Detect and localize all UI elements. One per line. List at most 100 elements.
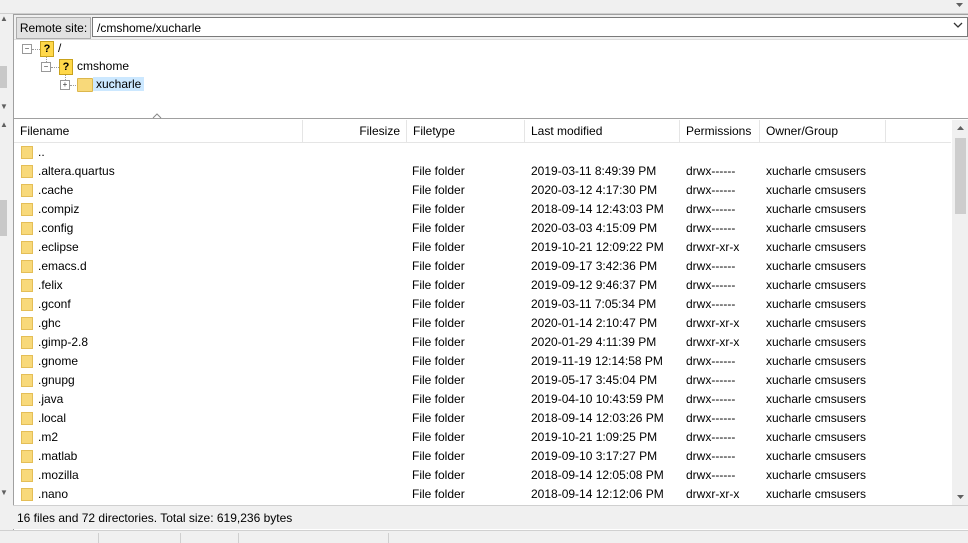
folder-icon	[21, 279, 33, 292]
left-scroll-down-icon-2[interactable]: ▼	[0, 488, 8, 497]
file-name: .eclipse	[38, 240, 79, 254]
table-row[interactable]: ..	[14, 143, 951, 162]
column-header-filesize[interactable]: Filesize	[303, 120, 407, 142]
table-row[interactable]: .cache File folder 2020-03-12 4:17:30 PM dr…	[14, 181, 951, 200]
table-row[interactable]: .local File folder 2018-09-14 12:03:26 PM d…	[14, 409, 951, 428]
file-modified: 2018-09-14 12:43:03 PM	[531, 202, 664, 216]
file-type: File folder	[412, 430, 465, 444]
tree-collapse-toggle[interactable]: −	[41, 62, 51, 72]
left-scroll-up-icon[interactable]: ▲	[0, 14, 8, 23]
folder-icon	[21, 298, 33, 311]
file-modified: 2020-03-12 4:17:30 PM	[531, 183, 658, 197]
file-permissions: drwx------	[686, 183, 736, 197]
tree-item-root[interactable]: /	[58, 41, 61, 55]
file-permissions: drwx------	[686, 430, 736, 444]
file-name: .ghc	[38, 316, 61, 330]
file-permissions: drwx------	[686, 354, 736, 368]
table-row[interactable]: .ghc File folder 2020-01-14 2:10:47 PM drwx…	[14, 314, 951, 333]
file-type: File folder	[412, 411, 465, 425]
column-header-permissions[interactable]: Permissions	[680, 120, 760, 142]
file-name: .matlab	[38, 449, 78, 463]
file-type: File folder	[412, 164, 465, 178]
tree-expand-toggle[interactable]: +	[60, 80, 70, 90]
table-row[interactable]: .gimp-2.8 File folder 2020-01-29 4:11:39 P…	[14, 333, 951, 352]
table-row[interactable]: .gnupg File folder 2019-05-17 3:45:04 PM dr…	[14, 371, 951, 390]
tree-item-cmshome[interactable]: cmshome	[77, 59, 129, 73]
remote-site-panel: Remote site: /cmshome/xucharle − ? / − ?…	[13, 14, 968, 530]
file-type: File folder	[412, 259, 465, 273]
table-row[interactable]: .nano File folder 2018-09-14 12:12:06 PM dr…	[14, 485, 951, 504]
folder-icon	[21, 374, 33, 387]
table-row[interactable]: .matlab File folder 2019-09-10 3:17:27 PM d…	[14, 447, 951, 466]
file-type: File folder	[412, 487, 465, 501]
left-scroll-up-icon-2[interactable]: ▲	[0, 120, 8, 129]
table-row[interactable]: .compiz File folder 2018-09-14 12:43:03 PM…	[14, 200, 951, 219]
left-scroll-thumb-2[interactable]	[0, 200, 7, 236]
file-name: .mozilla	[38, 468, 79, 482]
file-name: .gimp-2.8	[38, 335, 89, 349]
file-permissions: drwxr-xr-x	[686, 240, 740, 254]
folder-icon	[21, 412, 33, 425]
file-name: .gnome	[38, 354, 79, 368]
file-modified: 2019-03-11 8:49:39 PM	[531, 164, 657, 178]
table-row[interactable]: .eclipse File folder 2019-10-21 12:09:22 P…	[14, 238, 951, 257]
file-permissions: drwx------	[686, 449, 736, 463]
folder-icon	[21, 469, 33, 482]
chevron-down-icon[interactable]	[953, 18, 963, 32]
file-permissions: drwx------	[686, 392, 736, 406]
folder-icon	[21, 488, 33, 501]
file-name: .altera.quartus	[38, 164, 115, 178]
left-panel-edge: ▲ ▼ ▲ ▼	[0, 14, 10, 512]
file-owner-group: xucharle cmsusers	[766, 164, 867, 178]
column-header-owner-group[interactable]: Owner/Group	[760, 120, 886, 142]
file-permissions: drwxr-xr-x	[686, 487, 740, 501]
file-owner-group: xucharle cmsusers	[766, 468, 867, 482]
file-owner-group: xucharle cmsusers	[766, 183, 867, 197]
folder-icon	[21, 241, 33, 254]
file-permissions: drwx------	[686, 373, 736, 387]
column-header-last-modified[interactable]: Last modified	[525, 120, 680, 142]
left-scroll-thumb[interactable]	[0, 66, 7, 88]
scroll-down-arrow-icon[interactable]	[951, 0, 968, 10]
file-owner-group: xucharle cmsusers	[766, 449, 867, 463]
file-name: .gconf	[38, 297, 71, 311]
table-row[interactable]: .felix File folder 2019-09-12 9:46:37 PM dr…	[14, 276, 951, 295]
file-modified: 2020-01-14 2:10:47 PM	[531, 316, 658, 330]
file-owner-group: xucharle cmsusers	[766, 240, 867, 254]
file-permissions: drwx------	[686, 164, 736, 178]
table-row[interactable]: .mozilla File folder 2018-09-14 12:05:08 P…	[14, 466, 951, 485]
scrollbar-thumb[interactable]	[955, 138, 966, 214]
file-name: .java	[38, 392, 64, 406]
folder-icon	[21, 165, 33, 178]
table-row[interactable]: .emacs.d File folder 2019-09-17 3:42:36 PM…	[14, 257, 951, 276]
scroll-up-arrow-icon[interactable]	[952, 120, 968, 137]
table-row[interactable]: .gconf File folder 2019-03-11 7:05:34 PM dr…	[14, 295, 951, 314]
tree-item-xucharle[interactable]: xucharle	[93, 77, 145, 91]
table-row[interactable]: .java File folder 2019-04-10 10:43:59 PM dr…	[14, 390, 951, 409]
file-name: .gnupg	[38, 373, 75, 387]
file-permissions: drwx------	[686, 468, 736, 482]
remote-path-input[interactable]: /cmshome/xucharle	[92, 17, 968, 37]
table-row[interactable]: .gnome File folder 2019-11-19 12:14:58 PM d…	[14, 352, 951, 371]
file-permissions: drwx------	[686, 259, 736, 273]
folder-icon	[21, 393, 33, 406]
file-modified: 2018-09-14 12:05:08 PM	[531, 468, 664, 482]
table-row[interactable]: .altera.quartus File folder 2019-03-11 8:4…	[14, 162, 951, 181]
table-row[interactable]: .m2 File folder 2019-10-21 1:09:25 PM drwx-…	[14, 428, 951, 447]
file-type: File folder	[412, 221, 465, 235]
left-scroll-down-icon[interactable]: ▼	[0, 102, 8, 111]
table-row[interactable]: .config File folder 2020-03-03 4:15:09 PM d…	[14, 219, 951, 238]
file-list-scrollbar[interactable]	[952, 120, 968, 505]
file-rows: .. .altera.quartus File folder 2019-03-11 8…	[14, 143, 951, 505]
folder-icon	[21, 431, 33, 444]
column-header-filetype[interactable]: Filetype	[407, 120, 525, 142]
tree-collapse-toggle[interactable]: −	[22, 44, 32, 54]
scroll-down-arrow-icon[interactable]	[952, 488, 968, 505]
file-name: .compiz	[38, 202, 80, 216]
column-header-filename[interactable]: Filename	[14, 113, 303, 142]
file-name: ..	[38, 145, 45, 159]
file-type: File folder	[412, 278, 465, 292]
file-owner-group: xucharle cmsusers	[766, 316, 867, 330]
file-permissions: drwxr-xr-x	[686, 316, 740, 330]
file-name: .local	[38, 411, 67, 425]
